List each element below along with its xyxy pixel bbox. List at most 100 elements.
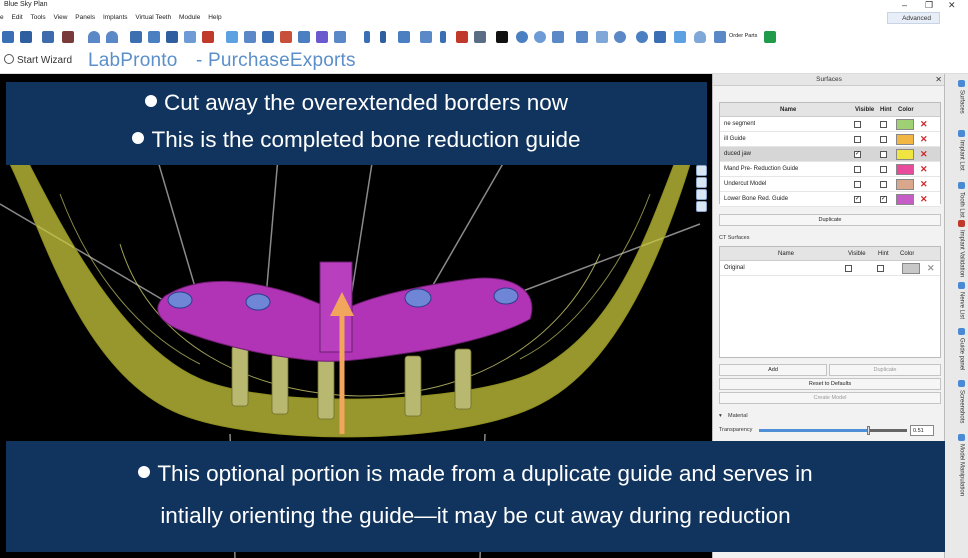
export-icon[interactable] bbox=[62, 31, 74, 43]
tab-tooth-list[interactable]: Tooth List bbox=[949, 182, 965, 218]
menu-virtual-teeth[interactable]: Virtual Teeth bbox=[135, 14, 171, 21]
tab-implant-list[interactable]: Implant List bbox=[949, 130, 965, 171]
ct-visible-checkbox[interactable] bbox=[845, 265, 852, 272]
hint-checkbox[interactable] bbox=[880, 121, 887, 128]
undo-icon[interactable] bbox=[88, 31, 100, 43]
menu-view[interactable]: View bbox=[53, 14, 67, 21]
nerve-icon[interactable] bbox=[244, 31, 256, 43]
wand-icon[interactable] bbox=[764, 31, 776, 43]
menu-module[interactable]: Module bbox=[179, 14, 200, 21]
reset-view-icon[interactable] bbox=[636, 31, 648, 43]
tab-screenshots[interactable]: Screenshots bbox=[949, 380, 965, 423]
layout-icon[interactable] bbox=[654, 31, 666, 43]
hint-checkbox[interactable] bbox=[880, 181, 887, 188]
menu-implants[interactable]: Implants bbox=[103, 14, 128, 21]
transparency-spinbox[interactable]: 0.51 bbox=[910, 425, 934, 436]
implant-icon[interactable] bbox=[364, 31, 370, 43]
hint-checkbox[interactable] bbox=[880, 136, 887, 143]
start-wizard-button[interactable]: Start Wizard bbox=[4, 54, 72, 66]
color-swatch[interactable] bbox=[896, 134, 914, 145]
ct-delete-icon[interactable]: ✕ bbox=[927, 261, 935, 276]
panoramic-icon[interactable] bbox=[130, 31, 142, 43]
lasso-icon[interactable] bbox=[614, 31, 626, 43]
advanced-mode-button[interactable]: Advanced bbox=[887, 12, 940, 24]
tooth-tool-icon[interactable] bbox=[280, 31, 292, 43]
maximize-button[interactable]: ❐ bbox=[925, 0, 933, 10]
abutment-icon[interactable] bbox=[380, 31, 386, 43]
delete-surface-icon[interactable]: ✕ bbox=[920, 117, 928, 132]
view-grid-icon[interactable] bbox=[696, 165, 707, 176]
pan-icon[interactable] bbox=[552, 31, 564, 43]
color-swatch[interactable] bbox=[896, 164, 914, 175]
tab-implant-validation[interactable]: Implant Validation bbox=[949, 220, 965, 277]
ct-color-swatch[interactable] bbox=[902, 263, 920, 274]
menu-panels[interactable]: Panels bbox=[75, 14, 95, 21]
labpronto-button[interactable]: LabPronto bbox=[88, 50, 177, 72]
close-panel-icon[interactable]: ✕ bbox=[935, 74, 942, 86]
cut-icon[interactable] bbox=[576, 31, 588, 43]
brush-icon[interactable] bbox=[316, 31, 328, 43]
disk-icon[interactable] bbox=[42, 31, 54, 43]
color-swatch[interactable] bbox=[896, 149, 914, 160]
visible-checkbox[interactable] bbox=[854, 166, 861, 173]
rotate-icon[interactable] bbox=[516, 31, 528, 43]
menu-file[interactable]: e bbox=[0, 14, 4, 21]
surface-row[interactable]: Lower Bone Red. Guide ✓ ✓ ✕ bbox=[720, 192, 940, 207]
visible-checkbox[interactable]: ✓ bbox=[854, 151, 861, 158]
material-section-icon[interactable]: ▾ bbox=[719, 413, 722, 419]
ct-hint-checkbox[interactable] bbox=[877, 265, 884, 272]
screen-icon[interactable] bbox=[496, 31, 508, 43]
curve-tool-icon[interactable] bbox=[596, 31, 608, 43]
close-window-button[interactable]: ✕ bbox=[948, 0, 956, 10]
menu-help[interactable]: Help bbox=[208, 14, 221, 21]
magnify-icon[interactable] bbox=[184, 31, 196, 43]
tab-surfaces[interactable]: Surfaces bbox=[949, 80, 965, 114]
reset-defaults-button[interactable]: Reset to Defaults bbox=[719, 378, 941, 390]
minimize-button[interactable]: – bbox=[902, 0, 907, 10]
upload-cloud-icon[interactable] bbox=[674, 31, 686, 43]
view-3d-icon[interactable] bbox=[696, 201, 707, 212]
sleeve-icon[interactable] bbox=[262, 31, 274, 43]
cart-icon[interactable] bbox=[714, 31, 726, 43]
cloud-icon[interactable] bbox=[694, 31, 706, 43]
guide-icon[interactable] bbox=[398, 31, 410, 43]
delete-surface-icon[interactable]: ✕ bbox=[920, 162, 928, 177]
hint-checkbox[interactable]: ✓ bbox=[880, 196, 887, 203]
visible-checkbox[interactable] bbox=[854, 181, 861, 188]
tab-model-manipulation[interactable]: Model Manipulation bbox=[949, 434, 965, 496]
color-swatch[interactable] bbox=[896, 119, 914, 130]
delete-surface-icon[interactable]: ✕ bbox=[920, 132, 928, 147]
view-side-icon[interactable] bbox=[696, 189, 707, 200]
tab-nerve-list[interactable]: Nerve List bbox=[949, 282, 965, 319]
hint-checkbox[interactable] bbox=[880, 151, 887, 158]
surface-row[interactable]: duced jaw ✓ ✕ bbox=[720, 147, 940, 162]
surface-row[interactable]: ill Guide ✕ bbox=[720, 132, 940, 147]
draw-curve-icon[interactable] bbox=[226, 31, 238, 43]
save-icon[interactable] bbox=[20, 31, 32, 43]
duplicate-surface-button[interactable]: Duplicate bbox=[719, 214, 941, 226]
lines-icon[interactable] bbox=[334, 31, 346, 43]
create-model-button[interactable]: Create Model bbox=[719, 392, 941, 404]
color-swatch[interactable] bbox=[896, 179, 914, 190]
redo-icon[interactable] bbox=[106, 31, 118, 43]
color-swatch[interactable] bbox=[896, 194, 914, 205]
delete-surface-icon[interactable]: ✕ bbox=[920, 192, 928, 207]
transparency-slider[interactable] bbox=[759, 426, 907, 435]
surface-row[interactable]: Undercut Model ✕ bbox=[720, 177, 940, 192]
zoom-icon[interactable] bbox=[534, 31, 546, 43]
slice-icon[interactable] bbox=[148, 31, 160, 43]
printer-icon[interactable] bbox=[474, 31, 486, 43]
visible-checkbox[interactable] bbox=[854, 136, 861, 143]
transparency-knob[interactable] bbox=[867, 426, 871, 435]
surface-row[interactable]: ne segment ✕ bbox=[720, 117, 940, 132]
order-parts-label[interactable]: Order Parts bbox=[729, 33, 757, 39]
ct-row-original[interactable]: Original ✕ bbox=[720, 261, 940, 276]
visible-checkbox[interactable]: ✓ bbox=[854, 196, 861, 203]
delete-surface-icon[interactable]: ✕ bbox=[920, 147, 928, 162]
measure-icon[interactable] bbox=[202, 31, 214, 43]
volume-icon[interactable] bbox=[166, 31, 178, 43]
purchase-exports-button[interactable]: PurchaseExports bbox=[208, 50, 356, 72]
menu-edit[interactable]: Edit bbox=[11, 14, 22, 21]
add-ct-surface-button[interactable]: Add bbox=[719, 364, 827, 376]
color-model-icon[interactable] bbox=[456, 31, 468, 43]
